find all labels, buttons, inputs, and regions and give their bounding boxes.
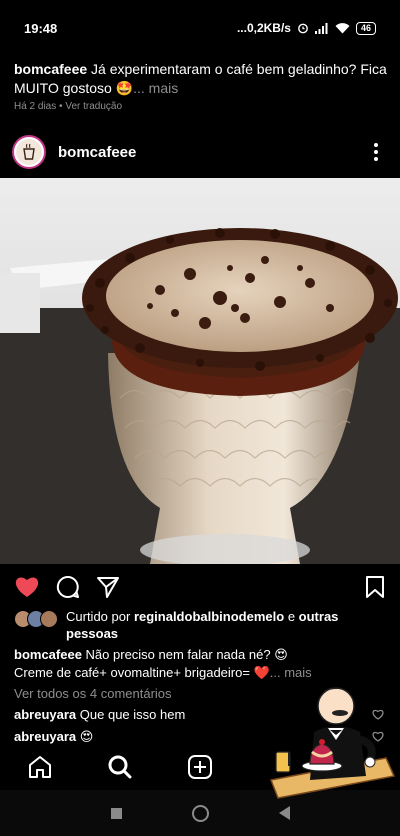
home-button-icon[interactable] — [191, 804, 209, 822]
likes-text: Curtido por reginaldobalbinodemelo e out… — [66, 608, 390, 642]
likes-user[interactable]: reginaldobalbinodemelo — [134, 609, 284, 624]
recents-icon[interactable] — [110, 807, 122, 819]
status-time: 19:48 — [24, 20, 58, 36]
translate-link[interactable]: Ver tradução — [65, 101, 122, 112]
status-icons: ...0,2KB/s 46 — [237, 21, 376, 35]
liker-avatar — [40, 610, 58, 628]
add-post-icon[interactable] — [187, 754, 213, 780]
coffee-cup-logo-icon — [16, 139, 42, 165]
caption-emoji: 🤩 — [115, 80, 134, 96]
waiter-dessert-logo — [269, 687, 396, 799]
caption-more-link[interactable]: ... mais — [133, 80, 178, 96]
send-icon[interactable] — [96, 575, 120, 599]
battery-indicator: 46 — [355, 21, 376, 35]
likes-prefix: Curtido por — [66, 609, 131, 624]
bookmark-icon[interactable] — [364, 575, 386, 599]
alarm-icon — [298, 23, 308, 34]
post-username[interactable]: bomcafeee — [58, 144, 136, 161]
post-caption: bomcafeee Não preciso nem falar nada né?… — [14, 646, 390, 682]
caption-line2-emoji: ❤️ — [253, 665, 270, 680]
comment-text: Que que isso hem — [79, 707, 186, 722]
view-all-comments-link[interactable]: Ver todos os 4 comentários — [14, 686, 172, 701]
comment-user[interactable]: abreuyara — [14, 707, 76, 722]
caption-user[interactable]: bomcafeee — [14, 647, 82, 662]
caption-line2-text: Creme de café+ ovomaltine+ brigadeiro= — [14, 665, 250, 680]
back-icon[interactable] — [278, 806, 290, 820]
home-icon[interactable] — [27, 754, 53, 780]
likes-joiner: e — [287, 609, 296, 624]
wifi-icon — [335, 22, 350, 33]
heart-filled-icon[interactable] — [14, 575, 40, 599]
more-options-icon[interactable] — [364, 143, 388, 161]
caption-line1-emoji: 😍 — [274, 647, 288, 662]
caption-line1-text: Não preciso nem falar nada né? — [85, 647, 271, 662]
liker-avatars — [14, 610, 58, 628]
status-bar: 19:48 ...0,2KB/s 46 — [0, 0, 400, 56]
post-meta: Há 2 dias • Ver tradução — [14, 101, 122, 112]
caption-username[interactable]: bomcafeee — [14, 61, 87, 77]
meta-separator: • — [59, 101, 63, 112]
caption-line-1: bomcafeee Não preciso nem falar nada né?… — [14, 646, 390, 664]
comment-user[interactable]: abreuyara — [14, 729, 76, 744]
likes-summary[interactable]: Curtido por reginaldobalbinodemelo e out… — [14, 608, 390, 642]
signal-icon — [314, 22, 328, 34]
previous-post-caption: bomcafeee Já experimentaram o café bem g… — [14, 60, 390, 98]
comment-text: 😍 — [79, 729, 94, 744]
comment-icon[interactable] — [56, 575, 80, 599]
post-header: bomcafeee — [0, 128, 400, 176]
caption-more[interactable]: ... mais — [270, 665, 312, 680]
post-actions — [0, 572, 400, 602]
post-time: Há 2 dias — [14, 101, 57, 112]
search-icon[interactable] — [107, 754, 133, 780]
network-speed: ...0,2KB/s — [236, 21, 291, 35]
post-image[interactable] — [0, 178, 400, 564]
profile-avatar[interactable] — [12, 135, 46, 169]
